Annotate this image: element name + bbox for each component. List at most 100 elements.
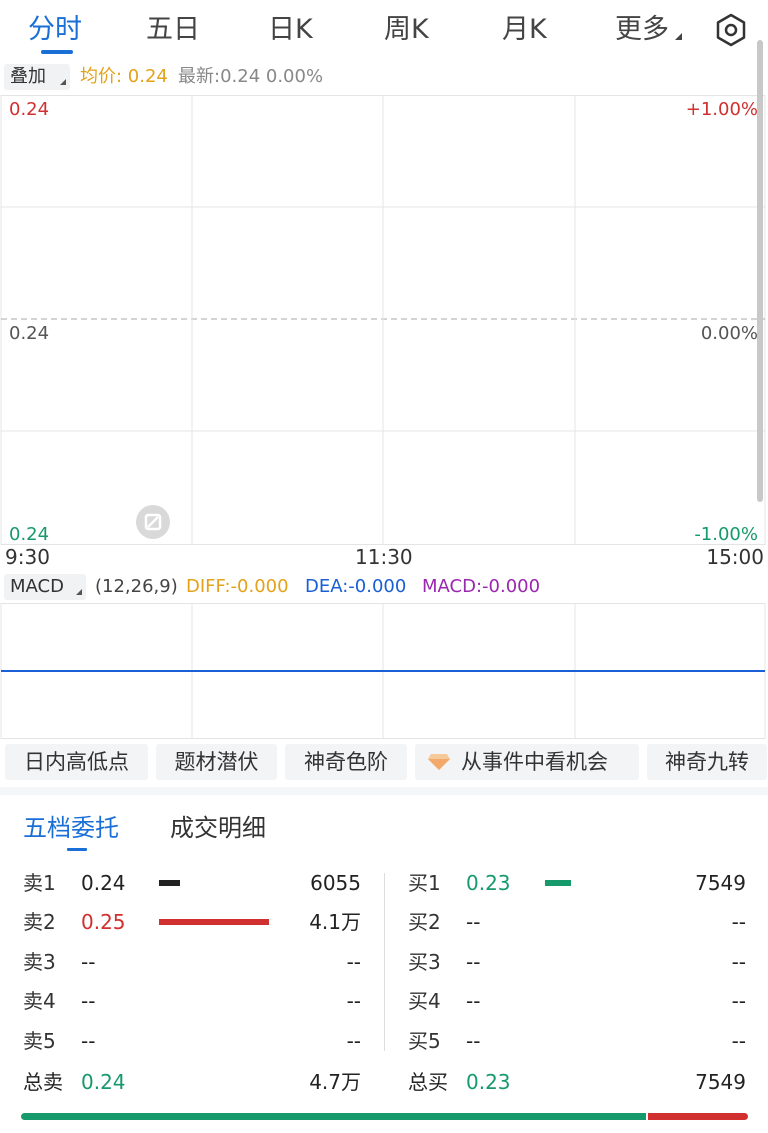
order-book-divider [384, 873, 385, 1051]
buy-label: 买1 [408, 871, 441, 895]
sell-label: 卖3 [23, 950, 56, 974]
buy-volume: -- [731, 910, 746, 934]
sell-price: -- [81, 989, 96, 1013]
buy-volume: 7549 [695, 871, 746, 895]
sell-level-2: 卖2 0.25 4.1万 [23, 907, 361, 937]
buy-level-5: 买5 -- -- [408, 1026, 746, 1056]
tag-intraday-high-low[interactable]: 日内高低点 [5, 744, 148, 780]
buy-label: 买5 [408, 1029, 441, 1053]
total-sell-row: 总卖 0.24 4.7万 [23, 1067, 361, 1097]
sell-volume: -- [346, 950, 361, 974]
total-sell-label: 总卖 [23, 1070, 63, 1094]
total-buy-price: 0.23 [466, 1070, 511, 1094]
latest-price: 最新:0.24 0.00% [178, 66, 324, 87]
macd-indicator-button[interactable]: MACD [4, 574, 86, 600]
sell-price: -- [81, 1029, 96, 1053]
average-price: 均价: 0.24 [80, 66, 168, 87]
sell-label: 卖2 [23, 910, 56, 934]
sell-level-1: 卖1 0.24 6055 [23, 868, 361, 898]
sell-price: 0.24 [81, 871, 126, 895]
macd-chart[interactable] [0, 603, 768, 739]
tab-monthly-k[interactable]: 月K [502, 10, 547, 50]
time-label-mid: 11:30 [355, 545, 413, 569]
dropdown-arrow-icon [76, 589, 82, 595]
tab-five-day[interactable]: 五日 [146, 10, 200, 50]
sell-volume: -- [346, 989, 361, 1013]
tab-weekly-k[interactable]: 周K [384, 10, 429, 50]
total-sell-volume: 4.7万 [309, 1070, 361, 1094]
dropdown-arrow-icon [60, 79, 66, 85]
tag-magic-nine-turns[interactable]: 神奇九转 [647, 744, 767, 780]
total-buy-volume: 7549 [695, 1070, 746, 1094]
buy-price: 0.23 [466, 871, 511, 895]
tag-event-opportunity[interactable]: 从事件中看机会 [415, 744, 639, 780]
period-tab-bar: 分时 五日 日K 周K 月K 更多 [0, 0, 768, 60]
total-buy-label: 总买 [408, 1070, 448, 1094]
right-axis-mid: 0.00% [700, 323, 758, 344]
sell-volume-bar [159, 919, 269, 925]
time-label-end: 15:00 [706, 545, 764, 569]
buy-sell-ratio-bar [21, 1113, 748, 1120]
macd-button-label: MACD [10, 576, 64, 597]
macd-info-row: MACD (12,26,9) DIFF:-0.000 DEA:-0.000 MA… [0, 572, 768, 602]
buy-level-3: 买3 -- -- [408, 947, 746, 977]
buy-share-fill [21, 1113, 647, 1120]
buy-price: -- [466, 989, 481, 1013]
buy-label: 买4 [408, 989, 441, 1013]
macd-diff: DIFF:-0.000 [186, 576, 289, 597]
macd-grid [0, 603, 766, 739]
scrollbar-thumb[interactable] [757, 40, 763, 502]
total-sell-price: 0.24 [81, 1070, 126, 1094]
overlay-button-label: 叠加 [10, 66, 46, 87]
tab-more-label: 更多 [615, 14, 669, 45]
sell-volume: 4.1万 [309, 910, 361, 934]
macd-dea: DEA:-0.000 [305, 576, 407, 597]
tab-more[interactable]: 更多 [615, 10, 682, 50]
expand-icon[interactable] [135, 504, 171, 540]
sell-price: 0.25 [81, 910, 126, 934]
tab-intraday[interactable]: 分时 [28, 10, 82, 50]
tag-magic-color-scale[interactable]: 神奇色阶 [285, 744, 407, 780]
sell-level-4: 卖4 -- -- [23, 986, 361, 1016]
sell-level-3: 卖3 -- -- [23, 947, 361, 977]
intraday-chart[interactable]: 0.24 0.24 0.24 +1.00% 0.00% -1.00% [0, 95, 768, 545]
sell-label: 卖1 [23, 871, 56, 895]
sell-label: 卖5 [23, 1029, 56, 1053]
right-axis-bottom: -1.00% [694, 524, 758, 545]
tab-trade-details[interactable]: 成交明细 [170, 808, 266, 843]
sell-price: -- [81, 950, 96, 974]
active-tab-indicator [67, 848, 87, 851]
settings-icon[interactable] [713, 12, 749, 48]
sell-volume: 6055 [310, 871, 361, 895]
buy-volume: -- [731, 950, 746, 974]
buy-label: 买3 [408, 950, 441, 974]
right-axis-top: +1.00% [685, 99, 758, 120]
tag-theme-ambush[interactable]: 题材潜伏 [156, 744, 277, 780]
order-book-tabs: 五档委托 成交明细 [0, 800, 768, 851]
active-tab-indicator [41, 50, 73, 54]
sell-volume-bar [159, 880, 180, 886]
feature-tag-row: 日内高低点 题材潜伏 神奇色阶 从事件中看机会 神奇九转 [0, 744, 768, 780]
macd-params: (12,26,9) [95, 576, 178, 597]
left-axis-top: 0.24 [9, 99, 50, 120]
buy-level-1: 买1 0.23 7549 [408, 868, 746, 898]
sell-share-fill [648, 1113, 748, 1120]
overlay-button[interactable]: 叠加 [4, 64, 70, 90]
buy-level-2: 买2 -- -- [408, 907, 746, 937]
tab-five-level-orders[interactable]: 五档委托 [23, 808, 119, 843]
buy-volume-bar [545, 880, 571, 886]
buy-label: 买2 [408, 910, 441, 934]
buy-price: -- [466, 950, 481, 974]
section-divider [0, 787, 768, 795]
tag-event-opportunity-label: 从事件中看机会 [461, 750, 608, 774]
sell-volume: -- [346, 1029, 361, 1053]
diamond-icon [428, 754, 450, 770]
buy-volume: -- [731, 989, 746, 1013]
time-label-start: 9:30 [5, 545, 50, 569]
buy-level-4: 买4 -- -- [408, 986, 746, 1016]
dropdown-arrow-icon [675, 33, 682, 40]
left-axis-mid: 0.24 [9, 323, 50, 344]
tab-daily-k[interactable]: 日K [268, 10, 313, 50]
buy-price: -- [466, 1029, 481, 1053]
left-axis-bottom: 0.24 [9, 524, 50, 545]
